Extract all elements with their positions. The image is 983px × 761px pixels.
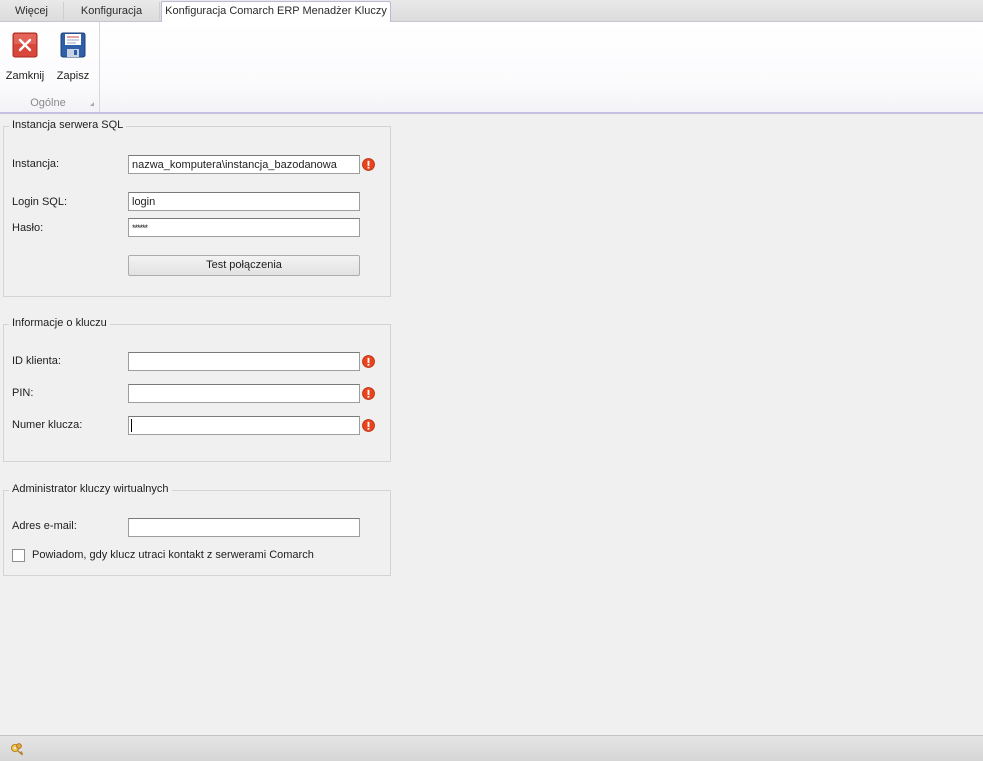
save-button[interactable]: Zapisz <box>51 28 95 84</box>
tab-label: Konfiguracja Comarch ERP Menadżer Kluczy <box>165 5 387 17</box>
client-id-field[interactable] <box>128 352 360 371</box>
tab-wiecej[interactable]: Więcej <box>0 2 64 22</box>
test-connection-button[interactable]: Test połączenia <box>128 255 360 276</box>
ribbon-group-ogolne: Zamknij Zapisz Ogólne <box>0 22 100 112</box>
password-field[interactable] <box>128 218 360 237</box>
status-bar <box>0 735 983 761</box>
email-field[interactable] <box>128 518 360 537</box>
key-number-label: Numer klucza: <box>12 419 83 431</box>
virtual-keys-admin-group: Administrator kluczy wirtualnych Adres e… <box>3 483 391 576</box>
instance-label: Instancja: <box>12 158 60 170</box>
tab-strip: Więcej Konfiguracja Konfiguracja Comarch… <box>0 0 983 23</box>
ribbon: Zamknij Zapisz Ogólne <box>0 22 983 114</box>
floppy-disk-icon <box>60 32 86 58</box>
close-button[interactable]: Zamknij <box>3 28 47 84</box>
error-exclamation-icon <box>362 387 375 400</box>
close-button-label: Zamknij <box>5 70 45 82</box>
text-caret <box>131 419 132 432</box>
ribbon-group-label: Ogólne <box>30 97 66 109</box>
tab-label: Konfiguracja <box>80 5 143 17</box>
close-icon <box>12 32 38 58</box>
tab-konfiguracja[interactable]: Konfiguracja <box>64 2 160 22</box>
group-launcher-icon[interactable] <box>90 102 94 106</box>
instance-field[interactable] <box>128 155 360 174</box>
login-sql-field[interactable] <box>128 192 360 211</box>
error-exclamation-icon <box>362 419 375 432</box>
key-number-field[interactable] <box>128 416 360 435</box>
pin-field[interactable] <box>128 384 360 403</box>
password-label: Hasło: <box>12 222 44 234</box>
tab-label: Więcej <box>14 5 48 17</box>
keys-icon[interactable] <box>10 742 24 756</box>
virtual-keys-admin-group-title: Administrator kluczy wirtualnych <box>9 483 172 495</box>
error-exclamation-icon <box>362 355 375 368</box>
pin-label: PIN: <box>12 387 34 399</box>
sql-instance-group-title: Instancja serwera SQL <box>9 119 127 131</box>
notify-checkbox[interactable] <box>12 549 25 562</box>
key-info-group: Informacje o kluczu ID klienta: PIN: Num… <box>3 317 391 462</box>
email-label: Adres e-mail: <box>12 520 77 532</box>
key-info-group-title: Informacje o kluczu <box>9 317 110 329</box>
client-id-label: ID klienta: <box>12 355 61 367</box>
notify-checkbox-label[interactable]: Powiadom, gdy klucz utraci kontakt z ser… <box>32 549 314 561</box>
tab-konfiguracja-menadzer-kluczy[interactable]: Konfiguracja Comarch ERP Menadżer Kluczy <box>161 1 391 23</box>
save-button-label: Zapisz <box>56 70 90 82</box>
error-exclamation-icon <box>362 158 375 171</box>
login-sql-label: Login SQL: <box>12 196 68 208</box>
sql-instance-group: Instancja serwera SQL Instancja: Login S… <box>3 119 391 297</box>
